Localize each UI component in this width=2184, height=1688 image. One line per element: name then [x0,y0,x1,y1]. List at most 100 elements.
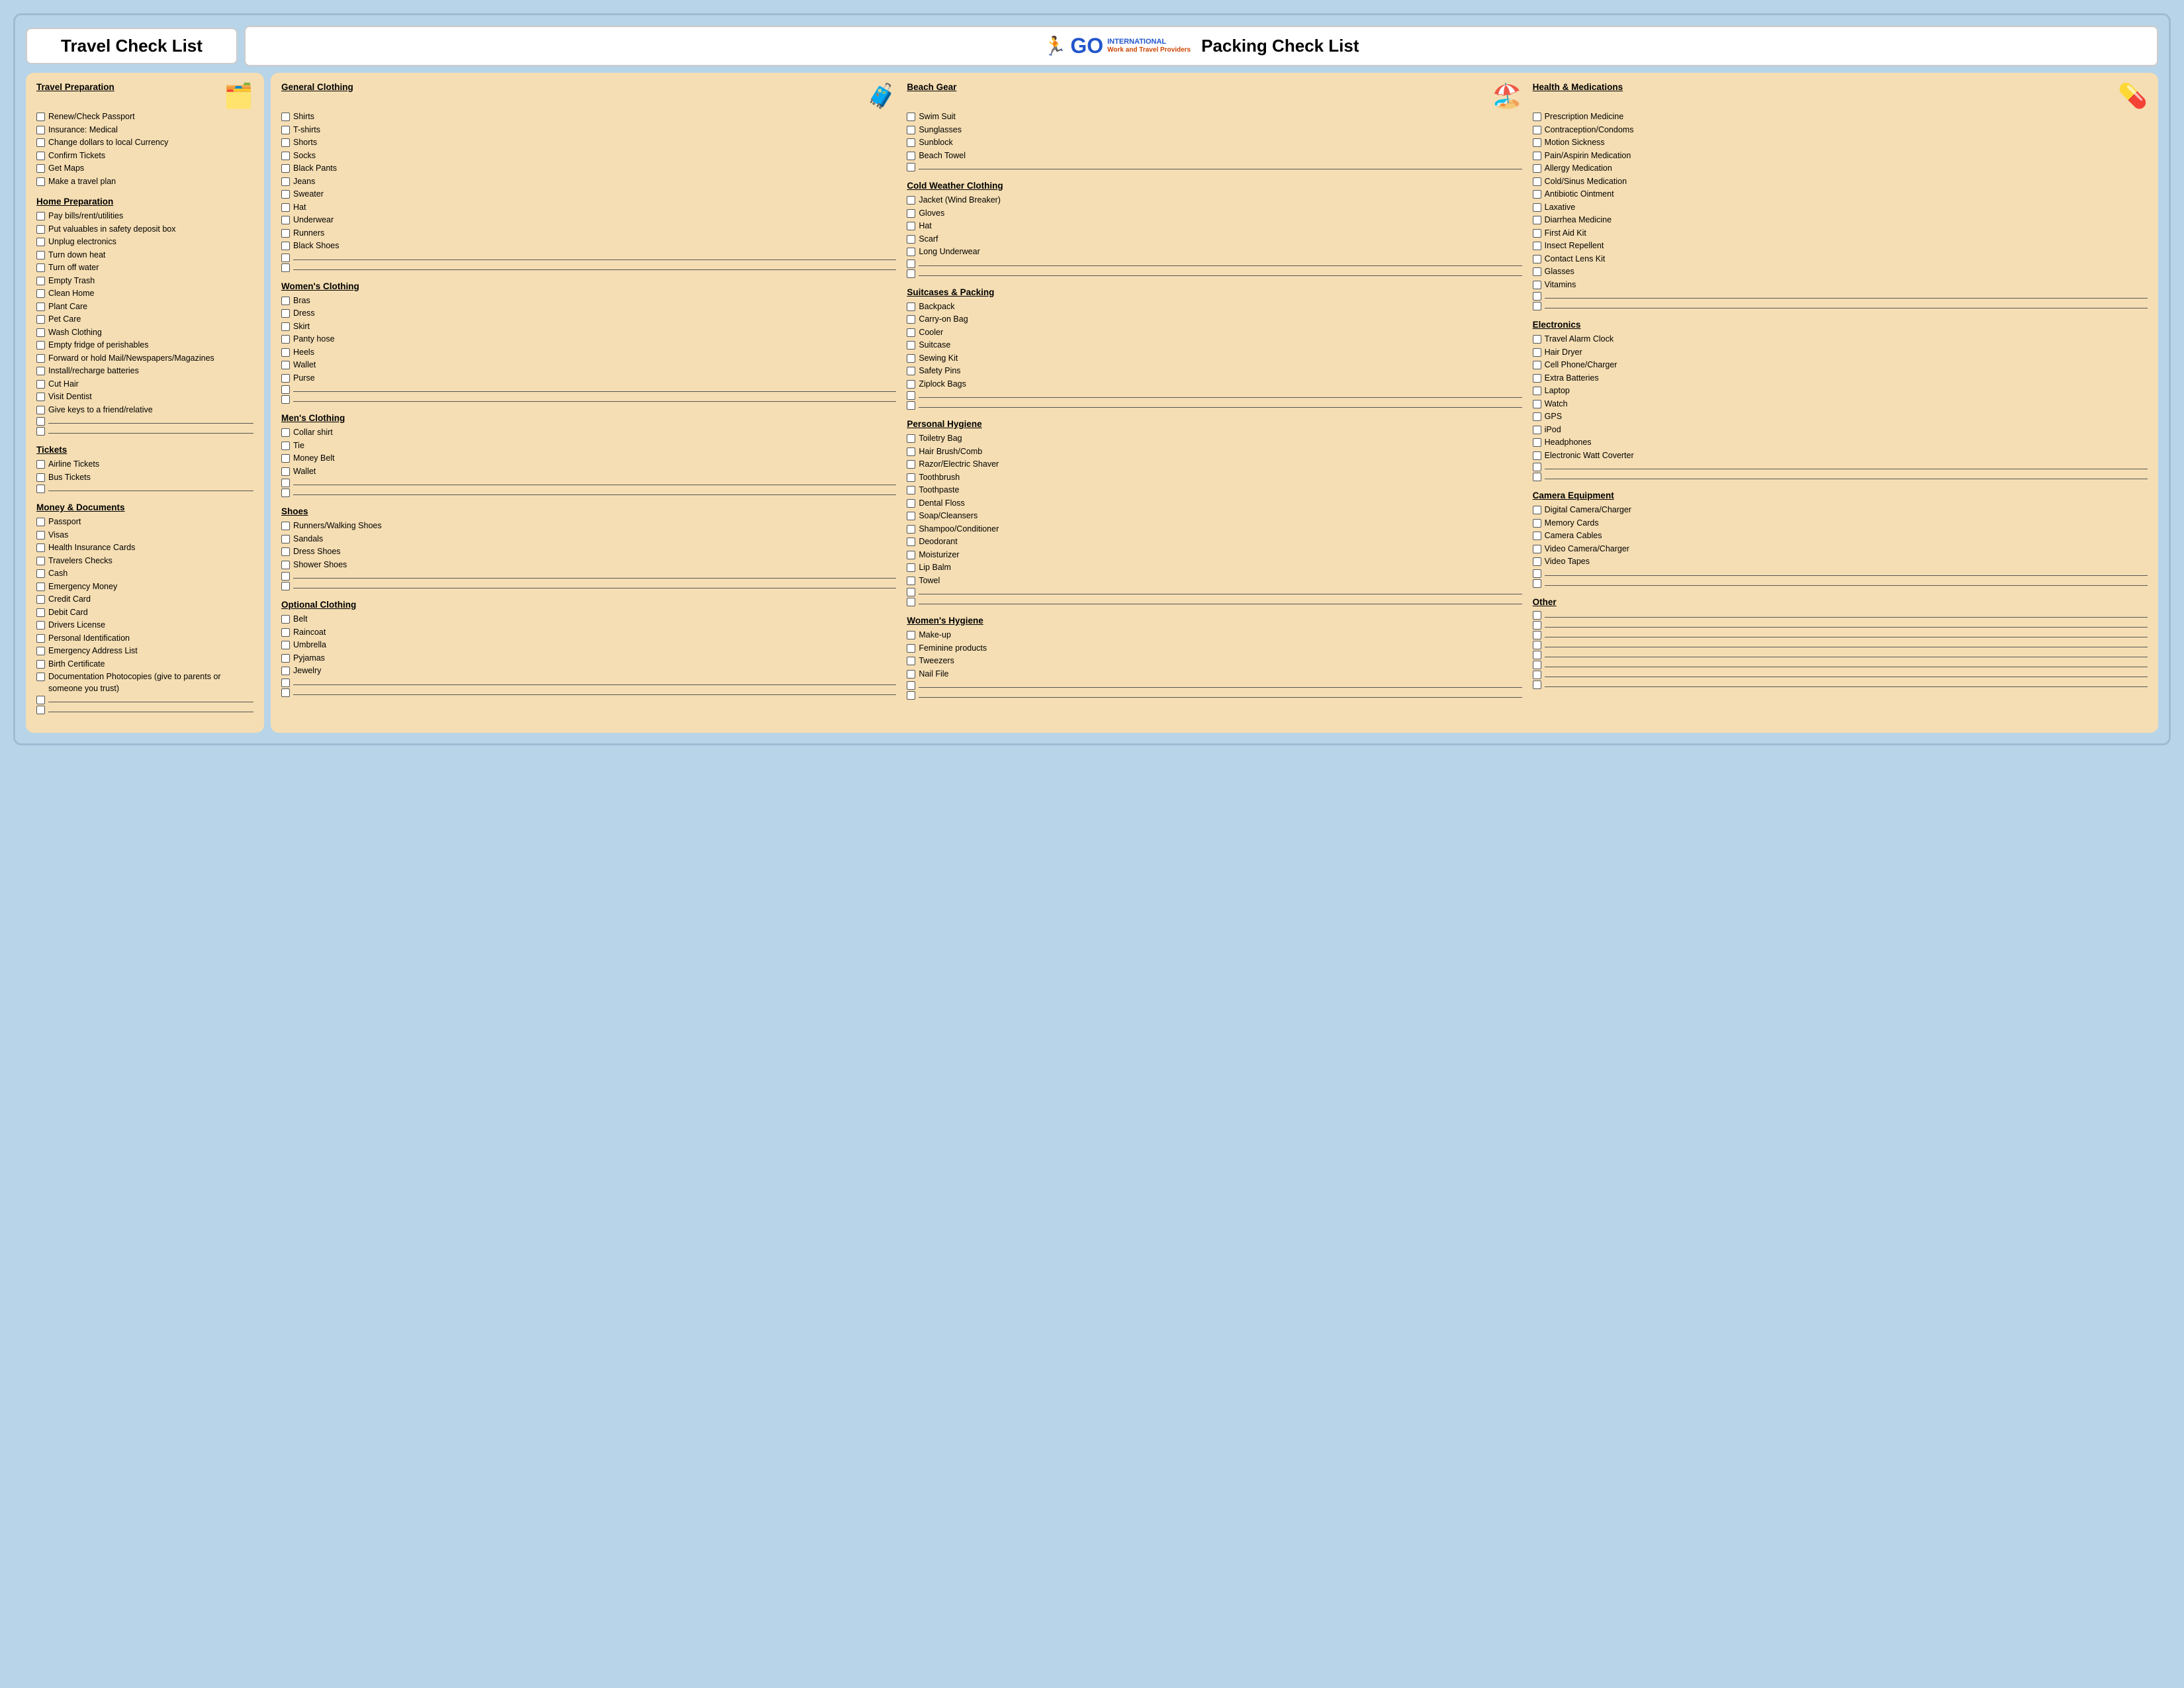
checkbox[interactable] [1533,621,1541,630]
checkbox[interactable] [1533,473,1541,481]
checkbox[interactable] [907,138,915,147]
checkbox[interactable] [907,235,915,244]
checkbox[interactable] [907,538,915,546]
checkbox[interactable] [281,535,290,543]
checkbox[interactable] [36,138,45,147]
checkbox[interactable] [907,380,915,389]
checkbox[interactable] [281,688,290,697]
checkbox[interactable] [281,654,290,663]
checkbox[interactable] [907,473,915,482]
checkbox[interactable] [907,315,915,324]
checkbox[interactable] [281,348,290,357]
checkbox[interactable] [907,631,915,639]
checkbox[interactable] [36,595,45,604]
checkbox[interactable] [36,621,45,630]
checkbox[interactable] [1533,451,1541,460]
checkbox[interactable] [907,588,915,596]
checkbox[interactable] [281,385,290,394]
checkbox[interactable] [36,164,45,173]
checkbox[interactable] [907,434,915,443]
checkbox[interactable] [907,269,915,278]
checkbox[interactable] [281,335,290,344]
checkbox[interactable] [907,460,915,469]
checkbox[interactable] [36,328,45,337]
checkbox[interactable] [1533,611,1541,620]
checkbox[interactable] [907,126,915,134]
checkbox[interactable] [281,164,290,173]
checkbox[interactable] [281,138,290,147]
checkbox[interactable] [281,361,290,369]
checkbox[interactable] [36,583,45,591]
checkbox[interactable] [281,679,290,687]
checkbox[interactable] [1533,463,1541,471]
checkbox[interactable] [281,242,290,250]
checkbox[interactable] [1533,229,1541,238]
checkbox[interactable] [281,489,290,497]
checkbox[interactable] [36,518,45,526]
checkbox[interactable] [36,706,45,714]
checkbox[interactable] [1533,255,1541,263]
checkbox[interactable] [36,303,45,311]
checkbox[interactable] [36,696,45,704]
checkbox[interactable] [36,531,45,539]
checkbox[interactable] [1533,177,1541,186]
checkbox[interactable] [907,499,915,508]
checkbox[interactable] [1533,374,1541,383]
checkbox[interactable] [1533,557,1541,566]
checkbox[interactable] [281,454,290,463]
checkbox[interactable] [907,163,915,171]
checkbox[interactable] [1533,138,1541,147]
checkbox[interactable] [36,251,45,259]
checkbox[interactable] [907,248,915,256]
checkbox[interactable] [36,660,45,669]
checkbox[interactable] [907,391,915,400]
checkbox[interactable] [281,309,290,318]
checkbox[interactable] [907,341,915,350]
checkbox[interactable] [36,647,45,655]
checkbox[interactable] [281,572,290,581]
checkbox[interactable] [36,225,45,234]
checkbox[interactable] [281,467,290,476]
checkbox[interactable] [36,238,45,246]
checkbox[interactable] [36,569,45,578]
checkbox[interactable] [1533,519,1541,528]
checkbox[interactable] [1533,203,1541,212]
checkbox[interactable] [907,222,915,230]
checkbox[interactable] [907,670,915,679]
checkbox[interactable] [1533,680,1541,689]
checkbox[interactable] [907,577,915,585]
checkbox[interactable] [907,401,915,410]
checkbox[interactable] [281,428,290,437]
checkbox[interactable] [1533,302,1541,310]
checkbox[interactable] [907,525,915,534]
checkbox[interactable] [1533,190,1541,199]
checkbox[interactable] [907,657,915,665]
checkbox[interactable] [36,152,45,160]
checkbox[interactable] [281,641,290,649]
checkbox[interactable] [36,341,45,350]
checkbox[interactable] [907,691,915,700]
checkbox[interactable] [907,367,915,375]
checkbox[interactable] [281,177,290,186]
checkbox[interactable] [281,547,290,556]
checkbox[interactable] [1533,216,1541,224]
checkbox[interactable] [1533,281,1541,289]
checkbox[interactable] [36,473,45,482]
checkbox[interactable] [36,406,45,414]
checkbox[interactable] [36,263,45,272]
checkbox[interactable] [907,681,915,690]
checkbox[interactable] [36,557,45,565]
checkbox[interactable] [281,479,290,487]
checkbox[interactable] [1533,412,1541,421]
checkbox[interactable] [1533,164,1541,173]
checkbox[interactable] [281,113,290,121]
checkbox[interactable] [36,393,45,401]
checkbox[interactable] [1533,641,1541,649]
checkbox[interactable] [1533,671,1541,679]
checkbox[interactable] [1533,400,1541,408]
checkbox[interactable] [907,303,915,311]
checkbox[interactable] [281,442,290,450]
checkbox[interactable] [36,177,45,186]
checkbox[interactable] [36,277,45,285]
checkbox[interactable] [907,447,915,456]
